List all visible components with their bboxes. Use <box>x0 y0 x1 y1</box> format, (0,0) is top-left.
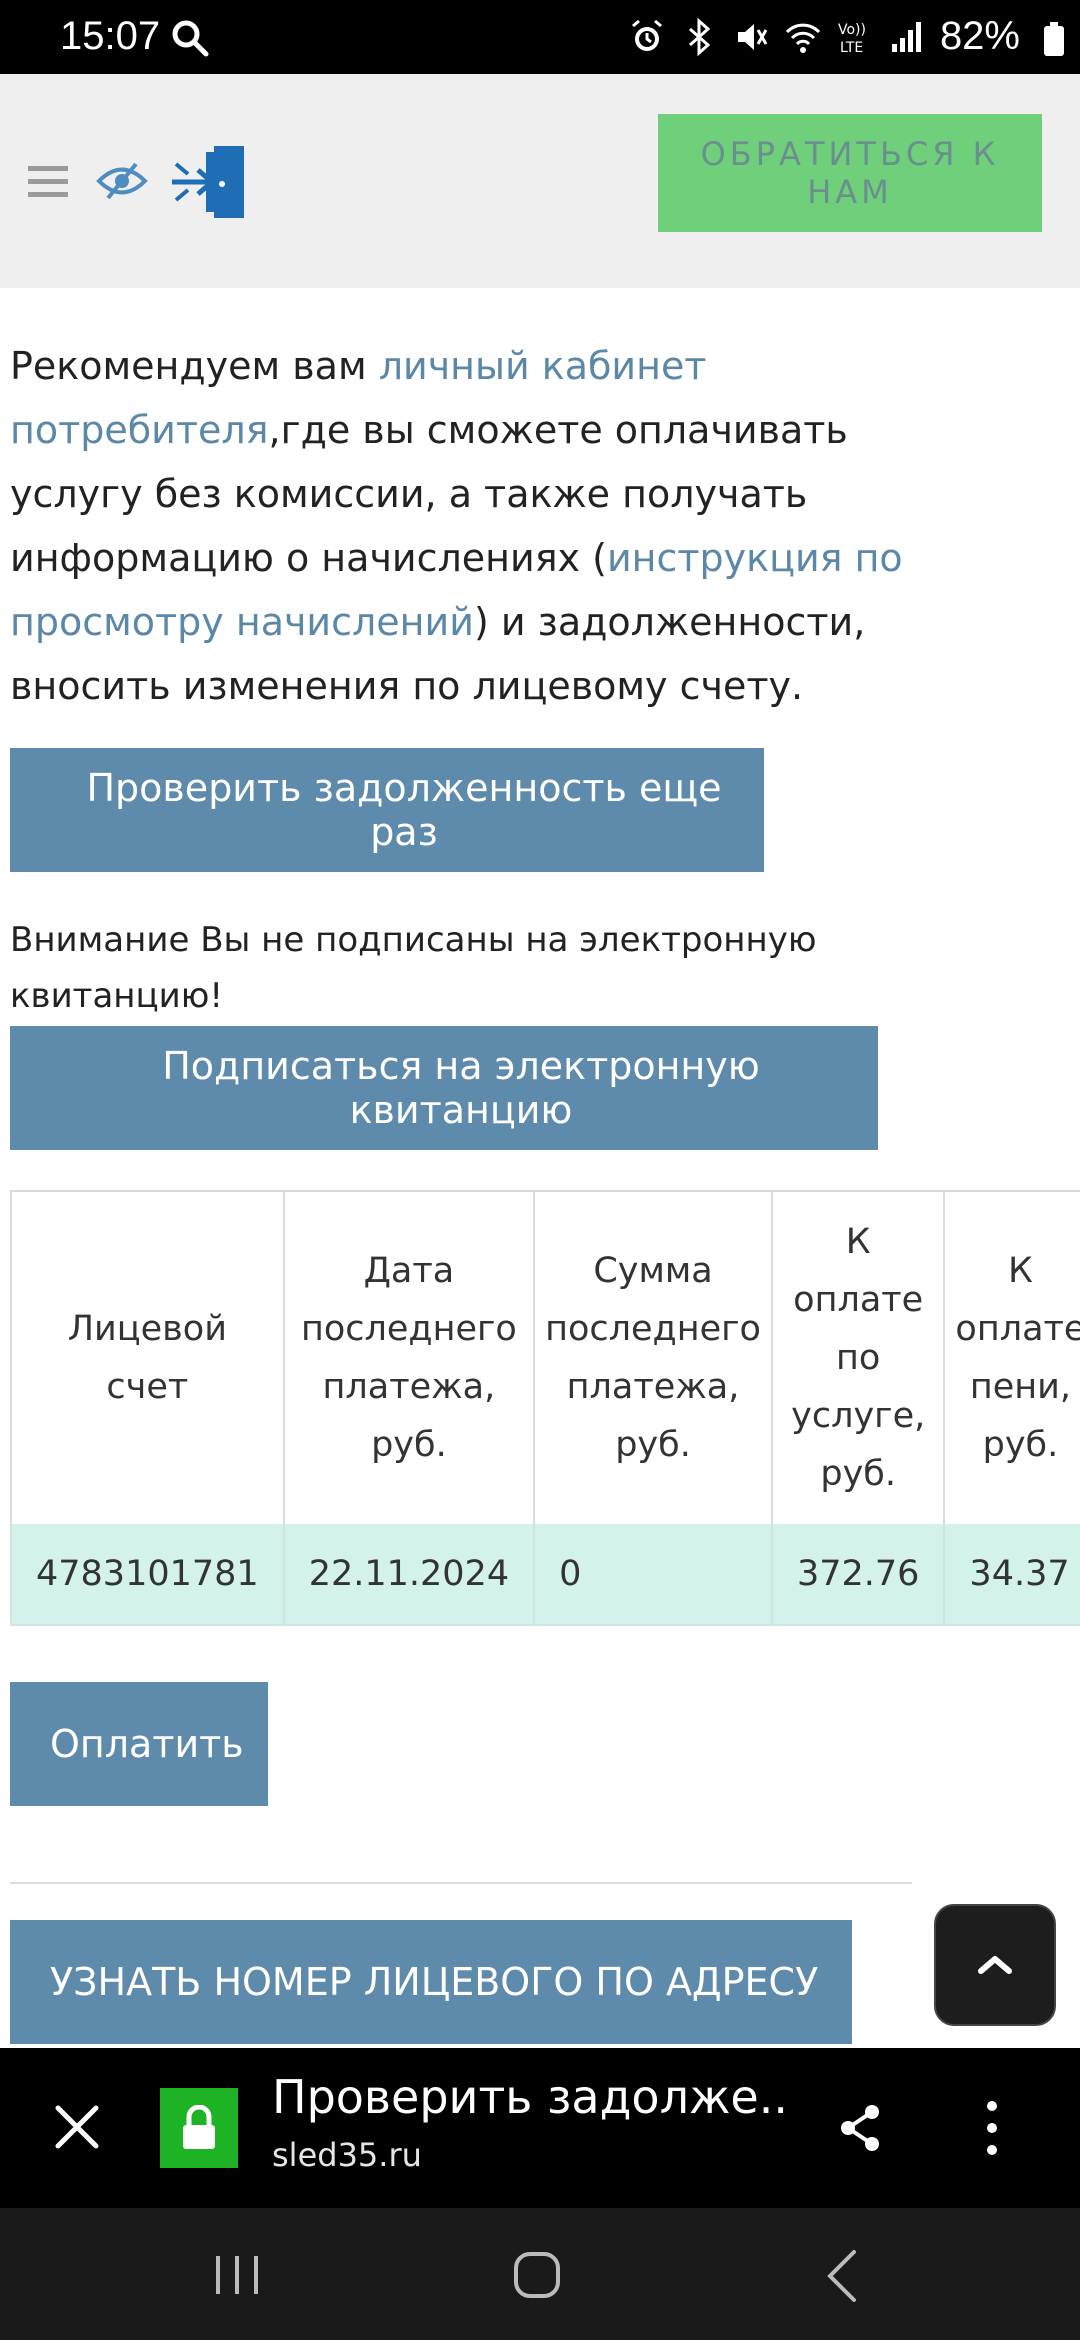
secure-lock-badge[interactable] <box>160 2088 238 2168</box>
subscription-notice: Внимание Вы не подписаны на электронную … <box>10 920 817 1016</box>
table-header-row: Лицевой счет Дата последнего платежа, ру… <box>10 1190 1080 1524</box>
subscribe-e-receipt-button[interactable]: Подписаться на электронную квитанцию <box>10 1026 878 1150</box>
svg-text:Vo)): Vo)) <box>838 22 866 38</box>
check-debt-again-button[interactable]: Проверить задолженность еще раз <box>10 748 764 872</box>
header-service-due: К оплате по услуге, руб. <box>771 1190 946 1524</box>
share-icon[interactable] <box>836 2102 884 2154</box>
svg-text:LTE: LTE <box>840 40 863 56</box>
system-nav-bar <box>0 2208 1080 2340</box>
battery-icon <box>1044 22 1064 56</box>
intro-text-1: Рекомендуем вам <box>10 344 379 388</box>
battery-level: 82% <box>939 14 1020 58</box>
wifi-icon <box>785 23 821 53</box>
intro-paragraph: Рекомендуем вам личный кабинет потребите… <box>10 334 910 718</box>
home-icon[interactable] <box>512 2250 562 2300</box>
chevron-up-icon <box>978 1956 1012 1974</box>
contact-us-button[interactable]: ОБРАТИТЬСЯ К НАМ <box>658 114 1042 232</box>
cell-last-payment-sum: 0 <box>534 1524 773 1626</box>
alarm-icon <box>632 19 662 51</box>
lock-icon <box>183 2105 215 2149</box>
accessibility-eye-icon[interactable] <box>96 158 148 204</box>
menu-icon[interactable] <box>28 162 72 202</box>
mute-icon <box>738 24 768 50</box>
bluetooth-icon <box>689 18 711 56</box>
header-last-payment-date: Дата последнего платежа, руб. <box>283 1190 536 1524</box>
page-title[interactable]: Проверить задолже... <box>272 2070 792 2124</box>
find-account-by-address-button[interactable]: УЗНАТЬ НОМЕР ЛИЦЕВОГО ПО АДРЕСУ <box>10 1920 852 2044</box>
status-time: 15:07 <box>60 14 161 58</box>
header-last-payment-sum: Сумма последнего платежа, руб. <box>534 1190 773 1524</box>
cell-account: 4783101781 <box>10 1524 285 1626</box>
divider <box>10 1882 912 1884</box>
table-row: 4783101781 22.11.2024 0 372.76 34.37 <box>10 1524 1080 1626</box>
search-icon <box>172 20 209 57</box>
back-icon[interactable] <box>822 2248 862 2304</box>
page-domain[interactable]: sled35.ru <box>272 2136 422 2174</box>
volte-icon: Vo)) LTE <box>838 22 866 56</box>
cell-last-payment-date: 22.11.2024 <box>283 1524 536 1626</box>
pay-button[interactable]: Оплатить <box>10 1682 268 1806</box>
status-bar: 15:07 Vo)) LTE 82% <box>0 0 1080 74</box>
cell-service-due: 372.76 <box>771 1524 946 1626</box>
cell-penalty-due: 34.37 <box>944 1524 1080 1626</box>
close-icon[interactable] <box>52 2102 102 2152</box>
site-header: ОБРАТИТЬСЯ К НАМ <box>0 74 1080 288</box>
signal-icon <box>892 22 921 52</box>
header-penalty-due: К оплате пени, руб. <box>944 1190 1080 1524</box>
more-options-icon[interactable] <box>984 2098 1000 2158</box>
browser-bottom-bar: Проверить задолже... sled35.ru <box>0 2048 1080 2208</box>
scroll-to-top-button[interactable] <box>934 1904 1056 2026</box>
status-icons: Vo)) LTE <box>628 18 926 56</box>
login-icon[interactable] <box>170 144 248 220</box>
header-account: Лицевой счет <box>10 1190 285 1524</box>
recent-apps-icon[interactable] <box>212 2252 262 2298</box>
debt-table: Лицевой счет Дата последнего платежа, ру… <box>10 1190 1080 1626</box>
